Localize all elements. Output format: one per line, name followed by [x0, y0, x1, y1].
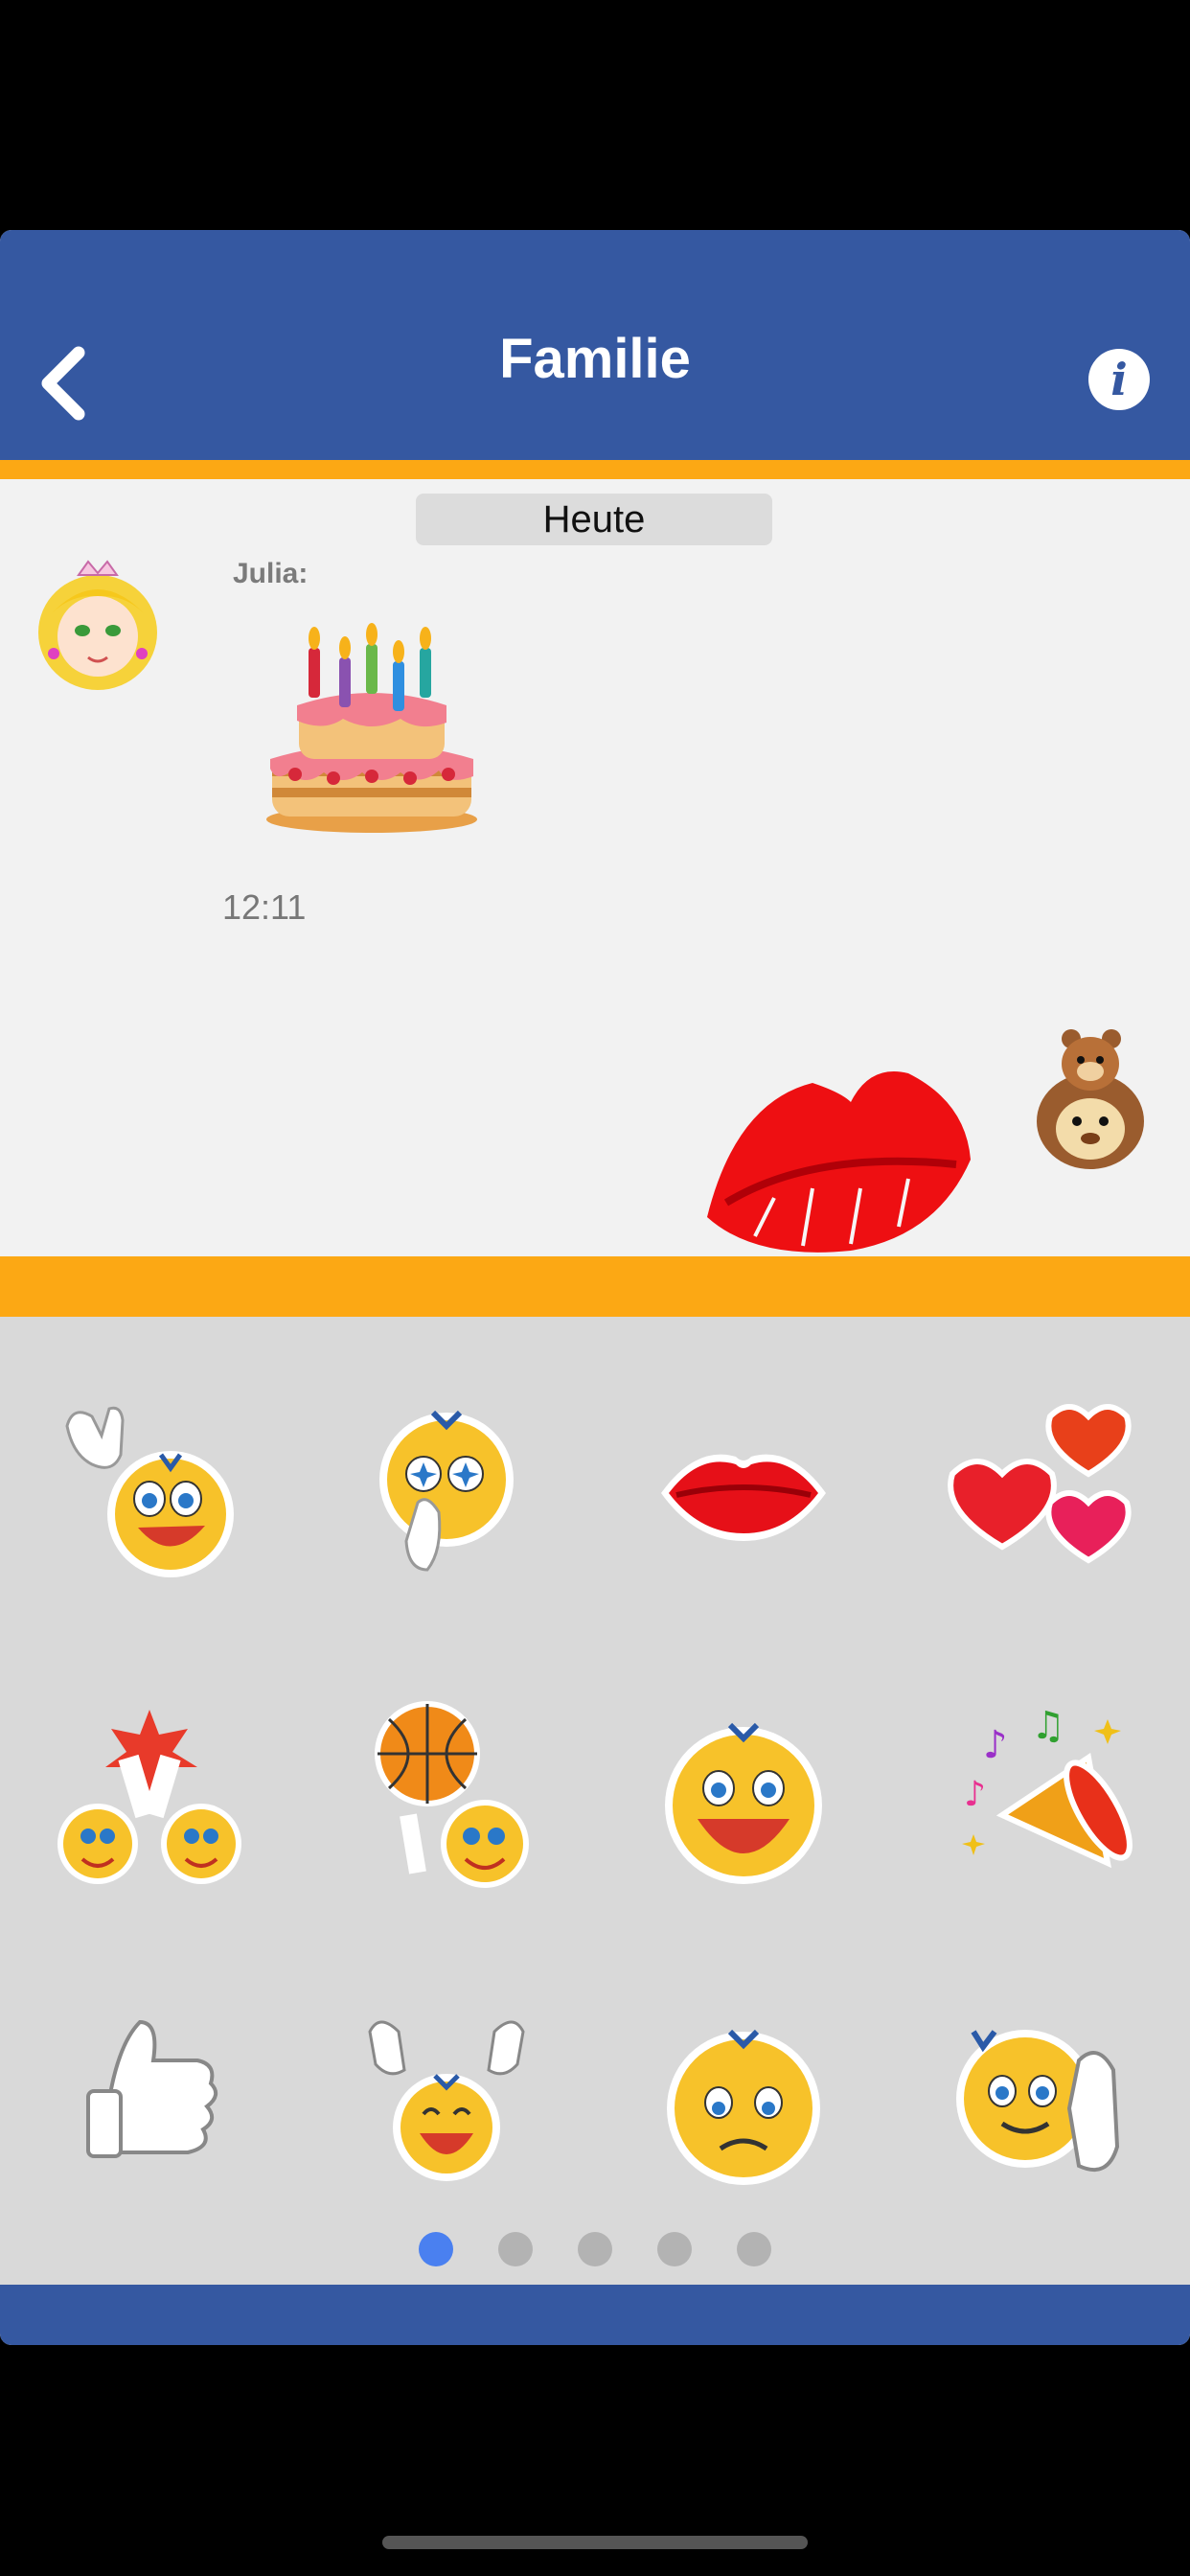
date-separator: Heute	[416, 494, 772, 545]
sticker-waving-smiley[interactable]	[54, 1397, 245, 1589]
footer-bar	[0, 2285, 1190, 2345]
high-five-smileys-icon	[57, 1710, 241, 1884]
home-indicator[interactable]	[382, 2536, 808, 2549]
birthday-cake-sticker[interactable]	[257, 623, 487, 834]
kiss-lips-sticker[interactable]	[698, 1045, 975, 1256]
sticker-kiss-lips[interactable]	[648, 1397, 839, 1589]
chat-screen: Familie i Heute Julia: 12:11 ♪ ♫ ♪	[0, 230, 1190, 2345]
svg-text:♪: ♪	[964, 1775, 986, 1814]
info-button[interactable]: i	[1088, 349, 1150, 410]
page-dot-4[interactable]	[657, 2232, 692, 2266]
orange-divider-bottom	[0, 1256, 1190, 1317]
princess-avatar[interactable]	[33, 556, 163, 690]
svg-text:♫: ♫	[1031, 1704, 1065, 1748]
sender-name: Julia:	[233, 558, 309, 589]
page-dot-5[interactable]	[737, 2232, 771, 2266]
page-dot-3[interactable]	[578, 2232, 612, 2266]
svg-text:♪: ♪	[983, 1723, 1008, 1767]
sticker-high-five-smileys[interactable]	[54, 1700, 245, 1892]
message-time: 12:11	[222, 887, 307, 927]
sticker-thumbs-up[interactable]	[54, 2003, 245, 2195]
thumbs-up-icon	[86, 2019, 218, 2158]
sticker-hearts[interactable]	[945, 1397, 1136, 1589]
sticker-greeting-smiley[interactable]	[945, 2003, 1136, 2195]
starry-eyed-smiley-icon	[379, 1410, 514, 1572]
cheering-smiley-icon	[368, 2020, 525, 2181]
sticker-basketball-smiley[interactable]	[351, 1700, 542, 1892]
sticker-sad-smiley[interactable]	[648, 2003, 839, 2195]
page-dot-2[interactable]	[498, 2232, 533, 2266]
page-title: Familie	[499, 328, 691, 390]
bear-avatar[interactable]	[1035, 1025, 1150, 1169]
hearts-icon	[948, 1404, 1132, 1564]
laughing-smiley-icon	[665, 1722, 822, 1884]
page-dot-1[interactable]	[419, 2232, 453, 2266]
sticker-panel: ♪ ♫ ♪	[0, 1317, 1190, 2285]
sticker-party-horn[interactable]: ♪ ♫ ♪	[945, 1700, 1136, 1892]
kiss-lips-icon	[661, 1454, 826, 1541]
sticker-starry-eyed-smiley[interactable]	[351, 1397, 542, 1589]
header-bar: Familie i	[0, 230, 1190, 460]
sticker-cheering-smiley[interactable]	[351, 2003, 542, 2195]
party-horn-icon: ♪ ♫ ♪	[962, 1704, 1133, 1869]
sticker-laughing-smiley[interactable]	[648, 1700, 839, 1892]
chat-area[interactable]: Heute Julia: 12:11	[0, 479, 1190, 1256]
basketball-smiley-icon	[375, 1701, 529, 1888]
waving-smiley-icon	[65, 1406, 234, 1577]
greeting-smiley-icon	[956, 2030, 1120, 2172]
sad-smiley-icon	[667, 2029, 820, 2185]
orange-divider	[0, 460, 1190, 479]
